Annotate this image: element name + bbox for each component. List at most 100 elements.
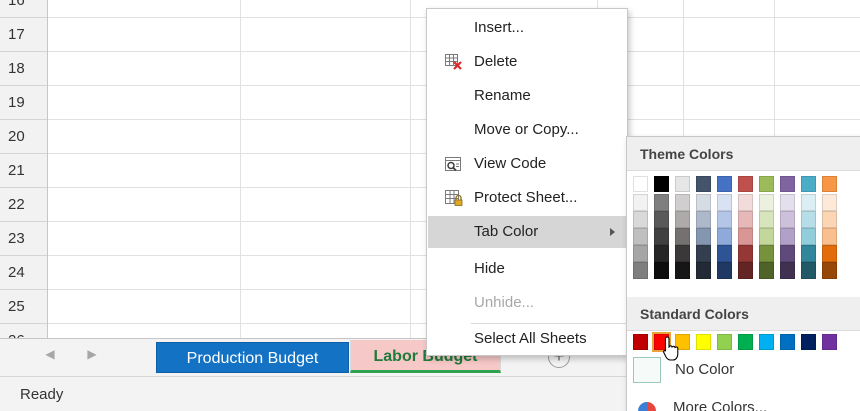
row-header-23[interactable]: 23 xyxy=(0,222,47,256)
menu-item-move-or-copy[interactable]: Move or Copy... xyxy=(428,114,627,146)
theme-color-swatch[interactable] xyxy=(675,194,690,211)
standard-color-swatch[interactable] xyxy=(822,334,837,350)
theme-color-swatch[interactable] xyxy=(738,228,753,245)
row-header-17[interactable]: 17 xyxy=(0,18,47,52)
theme-color-swatch[interactable] xyxy=(717,228,732,245)
standard-color-swatch[interactable] xyxy=(759,334,774,350)
standard-color-swatch[interactable] xyxy=(717,334,732,350)
menu-item-select-all-sheets[interactable]: Select All Sheets xyxy=(428,323,627,355)
theme-color-swatch[interactable] xyxy=(759,228,774,245)
row-header-26[interactable]: 26 xyxy=(0,324,47,338)
sheet-tab-production-budget[interactable]: Production Budget xyxy=(156,342,349,373)
theme-color-swatch[interactable] xyxy=(675,228,690,245)
standard-color-swatch[interactable] xyxy=(738,334,753,350)
theme-color-swatch[interactable] xyxy=(696,194,711,211)
theme-color-swatch[interactable] xyxy=(696,176,711,192)
theme-color-swatch[interactable] xyxy=(738,211,753,228)
theme-color-swatch[interactable] xyxy=(675,176,690,192)
theme-color-swatch[interactable] xyxy=(801,194,816,211)
theme-color-swatch[interactable] xyxy=(738,245,753,262)
row-header-16[interactable]: 16 xyxy=(0,0,47,18)
theme-color-swatch[interactable] xyxy=(822,245,837,262)
theme-color-swatch[interactable] xyxy=(759,211,774,228)
theme-color-swatch[interactable] xyxy=(717,194,732,211)
menu-item-hide[interactable]: Hide xyxy=(428,253,627,285)
theme-color-swatch[interactable] xyxy=(654,245,669,262)
theme-color-swatch[interactable] xyxy=(633,176,648,192)
standard-color-swatch[interactable] xyxy=(696,334,711,350)
theme-color-swatch[interactable] xyxy=(717,245,732,262)
theme-color-swatch[interactable] xyxy=(759,194,774,211)
row-header-19[interactable]: 19 xyxy=(0,86,47,120)
no-color-option[interactable]: No Color xyxy=(627,353,860,387)
menu-item-insert[interactable]: Insert... xyxy=(428,12,627,44)
theme-color-swatch[interactable] xyxy=(801,176,816,192)
tab-color-palette: Theme Colors Standard Colors No Color Mo… xyxy=(626,136,860,411)
menu-item-label: Delete xyxy=(474,53,518,70)
theme-color-swatch[interactable] xyxy=(759,176,774,192)
scroll-tabs-right-icon[interactable]: ▶ xyxy=(84,347,100,361)
theme-color-swatch[interactable] xyxy=(759,245,774,262)
theme-color-swatch[interactable] xyxy=(822,211,837,228)
theme-color-swatch[interactable] xyxy=(759,262,774,279)
theme-color-swatch[interactable] xyxy=(780,262,795,279)
theme-color-swatch[interactable] xyxy=(633,228,648,245)
menu-item-tab-color[interactable]: Tab Color xyxy=(428,216,627,248)
theme-color-swatch[interactable] xyxy=(717,262,732,279)
row-header-21[interactable]: 21 xyxy=(0,154,47,188)
theme-color-swatch[interactable] xyxy=(780,176,795,192)
menu-item-label: Rename xyxy=(474,87,531,104)
theme-color-swatch[interactable] xyxy=(654,176,669,192)
color-wheel-icon xyxy=(637,401,657,411)
theme-color-swatch[interactable] xyxy=(738,194,753,211)
theme-color-swatch[interactable] xyxy=(654,262,669,279)
more-colors-option[interactable]: More Colors... xyxy=(627,395,860,411)
theme-color-swatch[interactable] xyxy=(801,245,816,262)
theme-color-swatch[interactable] xyxy=(780,211,795,228)
theme-color-swatch[interactable] xyxy=(654,211,669,228)
theme-color-swatch[interactable] xyxy=(780,228,795,245)
theme-color-swatch[interactable] xyxy=(633,262,648,279)
menu-item-protect-sheet[interactable]: Protect Sheet... xyxy=(428,182,627,214)
theme-color-swatch[interactable] xyxy=(717,176,732,192)
row-header-22[interactable]: 22 xyxy=(0,188,47,222)
standard-color-swatch[interactable] xyxy=(633,334,648,350)
standard-color-swatch[interactable] xyxy=(780,334,795,350)
menu-item-delete[interactable]: Delete xyxy=(428,46,627,78)
row-header-18[interactable]: 18 xyxy=(0,52,47,86)
theme-color-swatch[interactable] xyxy=(801,228,816,245)
theme-color-swatch[interactable] xyxy=(696,262,711,279)
scroll-tabs-left-icon[interactable]: ◀ xyxy=(42,347,58,361)
theme-color-swatch[interactable] xyxy=(633,245,648,262)
theme-color-swatch[interactable] xyxy=(633,211,648,228)
row-header-20[interactable]: 20 xyxy=(0,120,47,154)
theme-color-swatch[interactable] xyxy=(780,245,795,262)
menu-item-label: View Code xyxy=(474,155,547,172)
theme-color-swatch[interactable] xyxy=(696,228,711,245)
row-header-25[interactable]: 25 xyxy=(0,290,47,324)
theme-color-swatch[interactable] xyxy=(696,211,711,228)
theme-color-swatch[interactable] xyxy=(780,194,795,211)
no-color-swatch xyxy=(633,357,661,383)
theme-color-swatch[interactable] xyxy=(654,228,669,245)
menu-item-view-code[interactable]: View Code xyxy=(428,148,627,180)
theme-color-swatch[interactable] xyxy=(738,176,753,192)
theme-color-swatch[interactable] xyxy=(822,228,837,245)
theme-color-swatch[interactable] xyxy=(801,211,816,228)
theme-color-swatch[interactable] xyxy=(633,194,648,211)
theme-color-swatch[interactable] xyxy=(675,245,690,262)
standard-color-swatch[interactable] xyxy=(801,334,816,350)
theme-color-swatch[interactable] xyxy=(675,211,690,228)
delete-sheet-icon xyxy=(445,54,463,70)
theme-color-swatch[interactable] xyxy=(801,262,816,279)
theme-color-swatch[interactable] xyxy=(822,194,837,211)
menu-item-rename[interactable]: Rename xyxy=(428,80,627,112)
theme-color-swatch[interactable] xyxy=(738,262,753,279)
theme-color-swatch[interactable] xyxy=(822,262,837,279)
theme-color-swatch[interactable] xyxy=(717,211,732,228)
theme-color-swatch[interactable] xyxy=(822,176,837,192)
theme-color-swatch[interactable] xyxy=(654,194,669,211)
row-header-24[interactable]: 24 xyxy=(0,256,47,290)
theme-color-swatch[interactable] xyxy=(696,245,711,262)
theme-color-swatch[interactable] xyxy=(675,262,690,279)
